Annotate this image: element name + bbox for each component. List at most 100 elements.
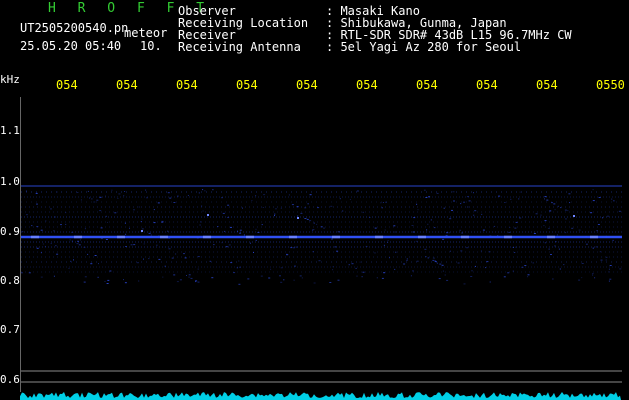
noise-speck — [460, 250, 463, 252]
spectrum-trace — [20, 392, 621, 400]
noise-speck — [309, 194, 312, 196]
noise-speck — [486, 261, 489, 263]
noise-speck — [224, 230, 225, 232]
noise-speck — [42, 243, 44, 245]
noise-speck — [65, 212, 67, 214]
noise-speck — [432, 259, 435, 261]
noise-speck — [171, 257, 174, 259]
noise-speck — [443, 207, 445, 209]
noise-speck — [416, 260, 419, 262]
noise-speck — [549, 210, 552, 212]
noise-speck — [198, 192, 200, 194]
noise-speck — [619, 268, 622, 270]
noise-speck — [436, 262, 438, 264]
noise-speck — [551, 202, 553, 204]
noise-speck — [369, 217, 371, 218]
noise-speck — [428, 196, 431, 198]
noise-speck — [143, 258, 144, 260]
noise-speck — [430, 219, 432, 221]
noise-speck — [488, 251, 491, 253]
noise-speck — [236, 267, 238, 269]
noise-speck — [274, 213, 276, 215]
noise-speck — [100, 227, 103, 229]
noise-speck — [510, 198, 512, 200]
noise-speck — [263, 194, 266, 196]
noise-speck — [611, 198, 613, 200]
noise-speck — [374, 252, 376, 254]
noise-speck — [533, 233, 536, 234]
noise-speck — [141, 218, 143, 220]
noise-speck — [197, 281, 200, 283]
noise-speck — [99, 210, 102, 212]
noise-speck — [597, 224, 600, 225]
noise-speck — [362, 271, 365, 273]
noise-speck — [197, 256, 200, 258]
noise-speck — [438, 278, 441, 280]
noise-speck — [300, 212, 303, 214]
noise-speck — [295, 246, 298, 248]
noise-speck — [460, 203, 462, 205]
freq-tick: 0.7 — [0, 323, 20, 336]
noise-speck — [56, 191, 58, 193]
antenna-label: Receiving Antenna — [178, 40, 301, 54]
datetime: 25.05.20 05:40 — [20, 39, 122, 53]
waterfall-plot — [20, 97, 622, 392]
noise-speck — [138, 206, 140, 208]
noise-speck — [592, 189, 594, 191]
noise-speck — [564, 209, 567, 211]
noise-speck — [442, 238, 445, 240]
noise-speck — [550, 254, 552, 255]
noise-speck — [412, 270, 414, 272]
noise-speck — [565, 232, 567, 234]
noise-speck — [567, 210, 569, 212]
noise-speck — [280, 267, 283, 269]
noise-speck — [53, 230, 55, 232]
noise-speck — [331, 238, 333, 240]
noise-speck — [133, 244, 136, 246]
noise-speck — [225, 246, 228, 248]
noise-speck — [133, 209, 135, 211]
noise-speck — [164, 265, 166, 267]
noise-speck — [148, 258, 150, 260]
noise-speck — [427, 257, 429, 259]
noise-speck — [473, 214, 475, 216]
noise-speck — [512, 270, 514, 272]
noise-speck — [448, 232, 450, 234]
noise-speck — [425, 256, 427, 258]
noise-speck — [247, 278, 250, 280]
noise-speck — [425, 197, 428, 198]
noise-speck — [436, 192, 439, 194]
noise-speck — [204, 190, 206, 192]
noise-speck — [384, 229, 386, 231]
noise-speck — [554, 245, 556, 247]
noise-speck — [519, 217, 522, 219]
noise-speck — [427, 223, 429, 225]
noise-speck — [304, 207, 307, 209]
noise-speck — [552, 278, 554, 280]
noise-speck — [332, 266, 334, 268]
noise-speck — [239, 229, 242, 231]
noise-speck — [169, 197, 172, 199]
antenna-value: : 5el Yagi Az 280 for Seoul — [326, 40, 522, 54]
noise-speck — [161, 220, 164, 222]
noise-speck — [260, 275, 263, 277]
noise-speck — [417, 209, 419, 211]
noise-speck — [168, 248, 171, 250]
noise-speck — [544, 242, 546, 244]
noise-speck — [186, 275, 187, 276]
noise-speck — [98, 263, 99, 265]
noise-speck — [97, 276, 99, 278]
noise-speck — [202, 189, 204, 191]
noise-speck — [167, 192, 170, 194]
noise-speck — [274, 215, 275, 217]
noise-speck — [251, 200, 253, 201]
freq-tick: 0.9 — [0, 225, 20, 238]
noise-speck — [318, 260, 321, 262]
noise-speck — [374, 227, 377, 229]
noise-speck — [36, 203, 38, 205]
noise-speck — [140, 221, 142, 223]
noise-speck — [457, 262, 460, 264]
noise-speck — [466, 247, 469, 249]
noise-speck — [449, 250, 451, 252]
noise-speck — [515, 246, 517, 248]
